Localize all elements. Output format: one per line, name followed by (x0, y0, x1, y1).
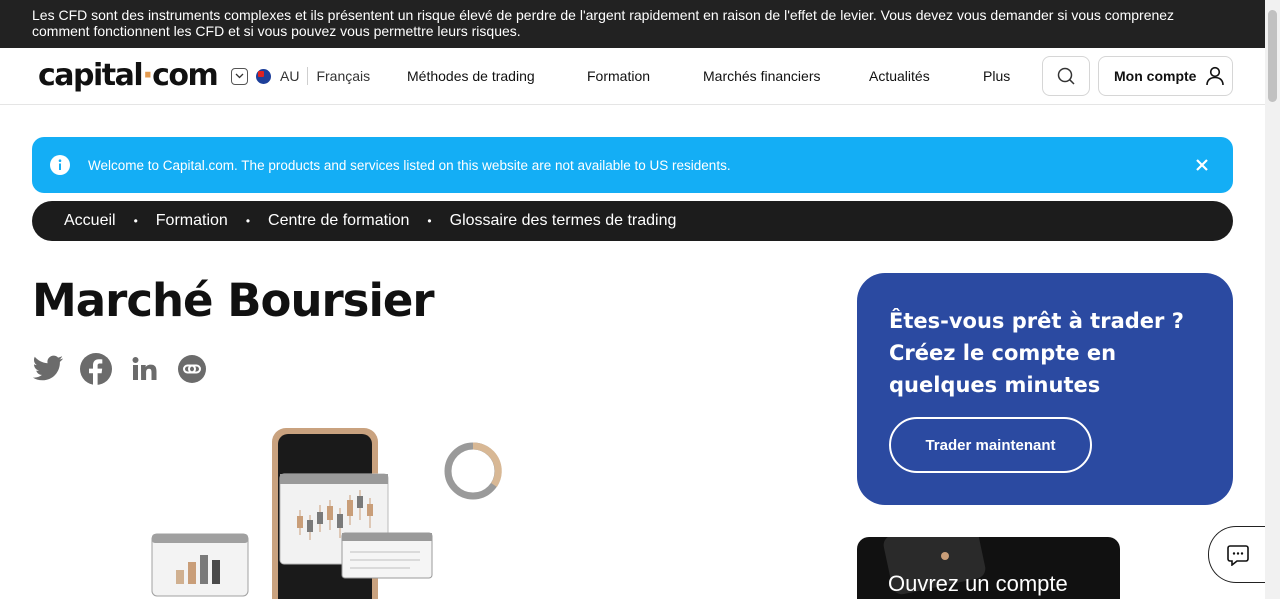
language-label[interactable]: Français (316, 68, 370, 84)
us-residents-banner: Welcome to Capital.com. The products and… (32, 137, 1233, 193)
user-icon (1206, 66, 1225, 86)
capital-com-logo[interactable]: capital·com (38, 58, 219, 94)
cta-card: Êtes-vous prêt à trader ? Créez le compt… (857, 273, 1233, 505)
open-account-promo-card[interactable]: Ouvrez un compte (857, 537, 1120, 599)
breadcrumb-glossary[interactable]: Glossaire des termes de trading (450, 212, 677, 230)
twitter-icon[interactable] (32, 353, 64, 385)
breadcrumb-separator: • (133, 214, 138, 228)
header-navbar: capital·com AU Français Méthodes de trad… (0, 48, 1265, 105)
page-title: Marché Boursier (32, 274, 435, 327)
breadcrumb-home[interactable]: Accueil (64, 212, 116, 230)
cta-title: Êtes-vous prêt à trader ? Créez le compt… (889, 309, 1184, 397)
chevron-down-icon[interactable] (231, 67, 248, 85)
search-icon (1057, 67, 1075, 85)
breadcrumb-learning-center[interactable]: Centre de formation (268, 212, 409, 230)
share-bar (32, 353, 224, 385)
account-label: Mon compte (1114, 68, 1197, 84)
risk-warning-bar: Les CFD sont des instruments complexes e… (0, 0, 1265, 48)
facebook-icon[interactable] (80, 353, 112, 385)
nav-formation[interactable]: Formation (587, 68, 650, 84)
logo-dot: · (142, 58, 153, 93)
logo-part-1: capital (38, 58, 144, 93)
page-scrollbar[interactable] (1265, 0, 1280, 599)
breadcrumb: Accueil • Formation • Centre de formatio… (32, 201, 1233, 241)
linkedin-icon[interactable] (128, 353, 160, 385)
promo-title: Ouvrez un compte (888, 571, 1068, 596)
region-code: AU (280, 68, 300, 84)
breadcrumb-separator: • (427, 214, 432, 228)
banner-text: Welcome to Capital.com. The products and… (88, 157, 731, 173)
nav-news[interactable]: Actualités (869, 68, 930, 84)
nav-more[interactable]: Plus (983, 68, 1010, 84)
risk-warning-text: Les CFD sont des instruments complexes e… (32, 7, 1175, 39)
chat-icon (1227, 544, 1249, 566)
my-account-button[interactable]: Mon compte (1098, 56, 1233, 96)
chat-button[interactable] (1208, 526, 1268, 583)
logo-part-2: com (152, 58, 219, 93)
search-button[interactable] (1042, 56, 1090, 96)
breadcrumb-formation[interactable]: Formation (156, 212, 228, 230)
australia-flag-icon (256, 68, 271, 84)
close-icon[interactable] (1193, 156, 1211, 174)
divider (307, 67, 309, 85)
region-language-selector[interactable]: AU Français (231, 67, 370, 85)
trade-now-button[interactable]: Trader maintenant (889, 417, 1092, 473)
breadcrumb-separator: • (245, 214, 251, 228)
info-icon (50, 155, 70, 175)
scrollbar-thumb[interactable] (1268, 10, 1277, 102)
copy-link-icon[interactable] (176, 353, 208, 385)
nav-trading-methods[interactable]: Méthodes de trading (407, 68, 535, 84)
hero-illustration (151, 428, 502, 599)
nav-financial-markets[interactable]: Marchés financiers (703, 68, 821, 84)
